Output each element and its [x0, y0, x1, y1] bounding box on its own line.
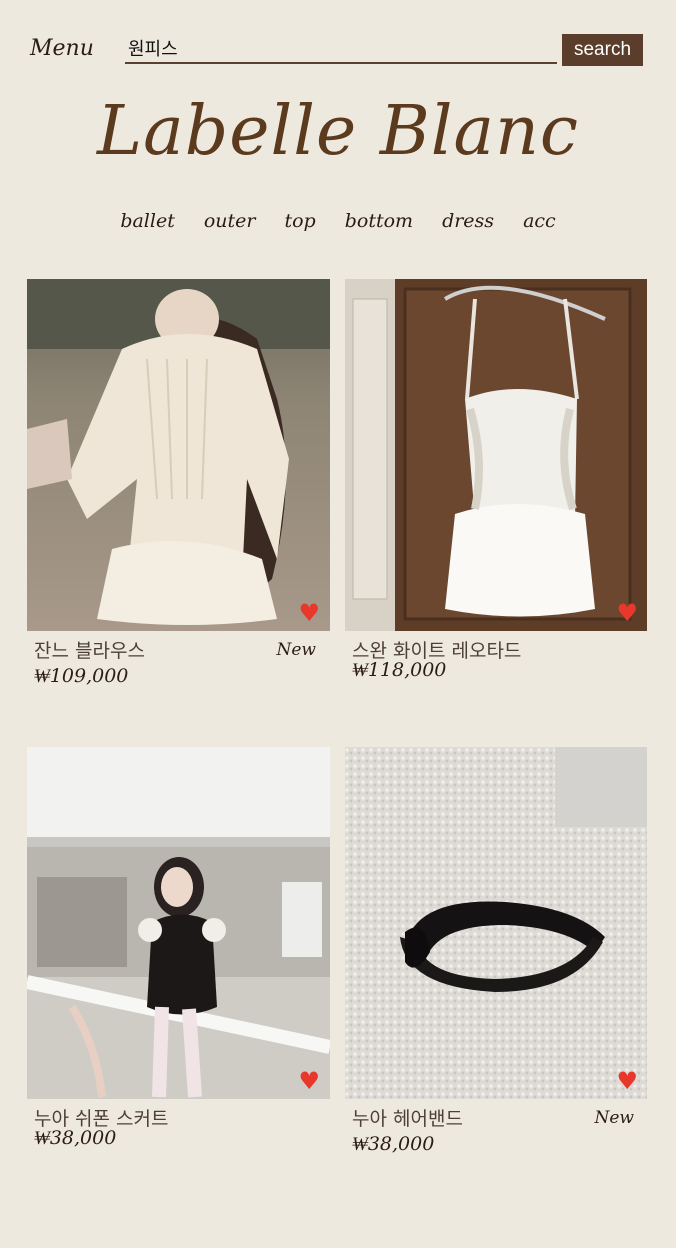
- product-name[interactable]: 잔느 블라우스: [34, 636, 145, 663]
- search-input[interactable]: [125, 34, 557, 64]
- product-price: ₩109,000: [34, 665, 129, 687]
- heart-icon[interactable]: ♥: [298, 1069, 320, 1093]
- product-image-skirt[interactable]: ♥: [27, 747, 330, 1099]
- product-price: ₩38,000: [34, 1127, 117, 1149]
- product-image-leotard[interactable]: ♥: [345, 279, 648, 631]
- heart-icon[interactable]: ♥: [298, 601, 320, 625]
- nav-item-top[interactable]: top: [284, 210, 315, 232]
- product-card[interactable]: ♥ 잔느 블라우스 New ₩109,000: [27, 279, 330, 699]
- new-badge: New: [276, 640, 317, 660]
- heart-icon[interactable]: ♥: [616, 601, 638, 625]
- search-button[interactable]: search: [562, 34, 643, 66]
- product-price: ₩38,000: [352, 1133, 435, 1155]
- menu-button[interactable]: Menu: [30, 36, 94, 61]
- nav-item-bottom[interactable]: bottom: [345, 210, 413, 232]
- product-card[interactable]: ♥ 누아 헤어밴드 New ₩38,000: [345, 747, 648, 1167]
- product-image-headband[interactable]: ♥: [345, 747, 648, 1099]
- product-image-blouse[interactable]: ♥: [27, 279, 330, 631]
- brand-logo[interactable]: Labelle Blanc: [0, 92, 676, 171]
- nav-item-dress[interactable]: dress: [442, 210, 494, 232]
- nav-item-ballet[interactable]: ballet: [120, 210, 175, 232]
- product-name[interactable]: 누아 헤어밴드: [352, 1104, 463, 1131]
- category-nav: ballet outer top bottom dress acc: [0, 210, 676, 232]
- search-bar: search: [125, 34, 643, 66]
- product-card[interactable]: ♥ 스완 화이트 레오타드 ₩118,000: [345, 279, 648, 699]
- top-bar: Menu search: [0, 0, 676, 80]
- product-card[interactable]: ♥ 누아 쉬폰 스커트 ₩38,000: [27, 747, 330, 1167]
- nav-item-outer[interactable]: outer: [204, 210, 256, 232]
- nav-item-acc[interactable]: acc: [523, 210, 556, 232]
- product-price: ₩118,000: [352, 659, 447, 681]
- heart-icon[interactable]: ♥: [616, 1069, 638, 1093]
- new-badge: New: [594, 1108, 635, 1128]
